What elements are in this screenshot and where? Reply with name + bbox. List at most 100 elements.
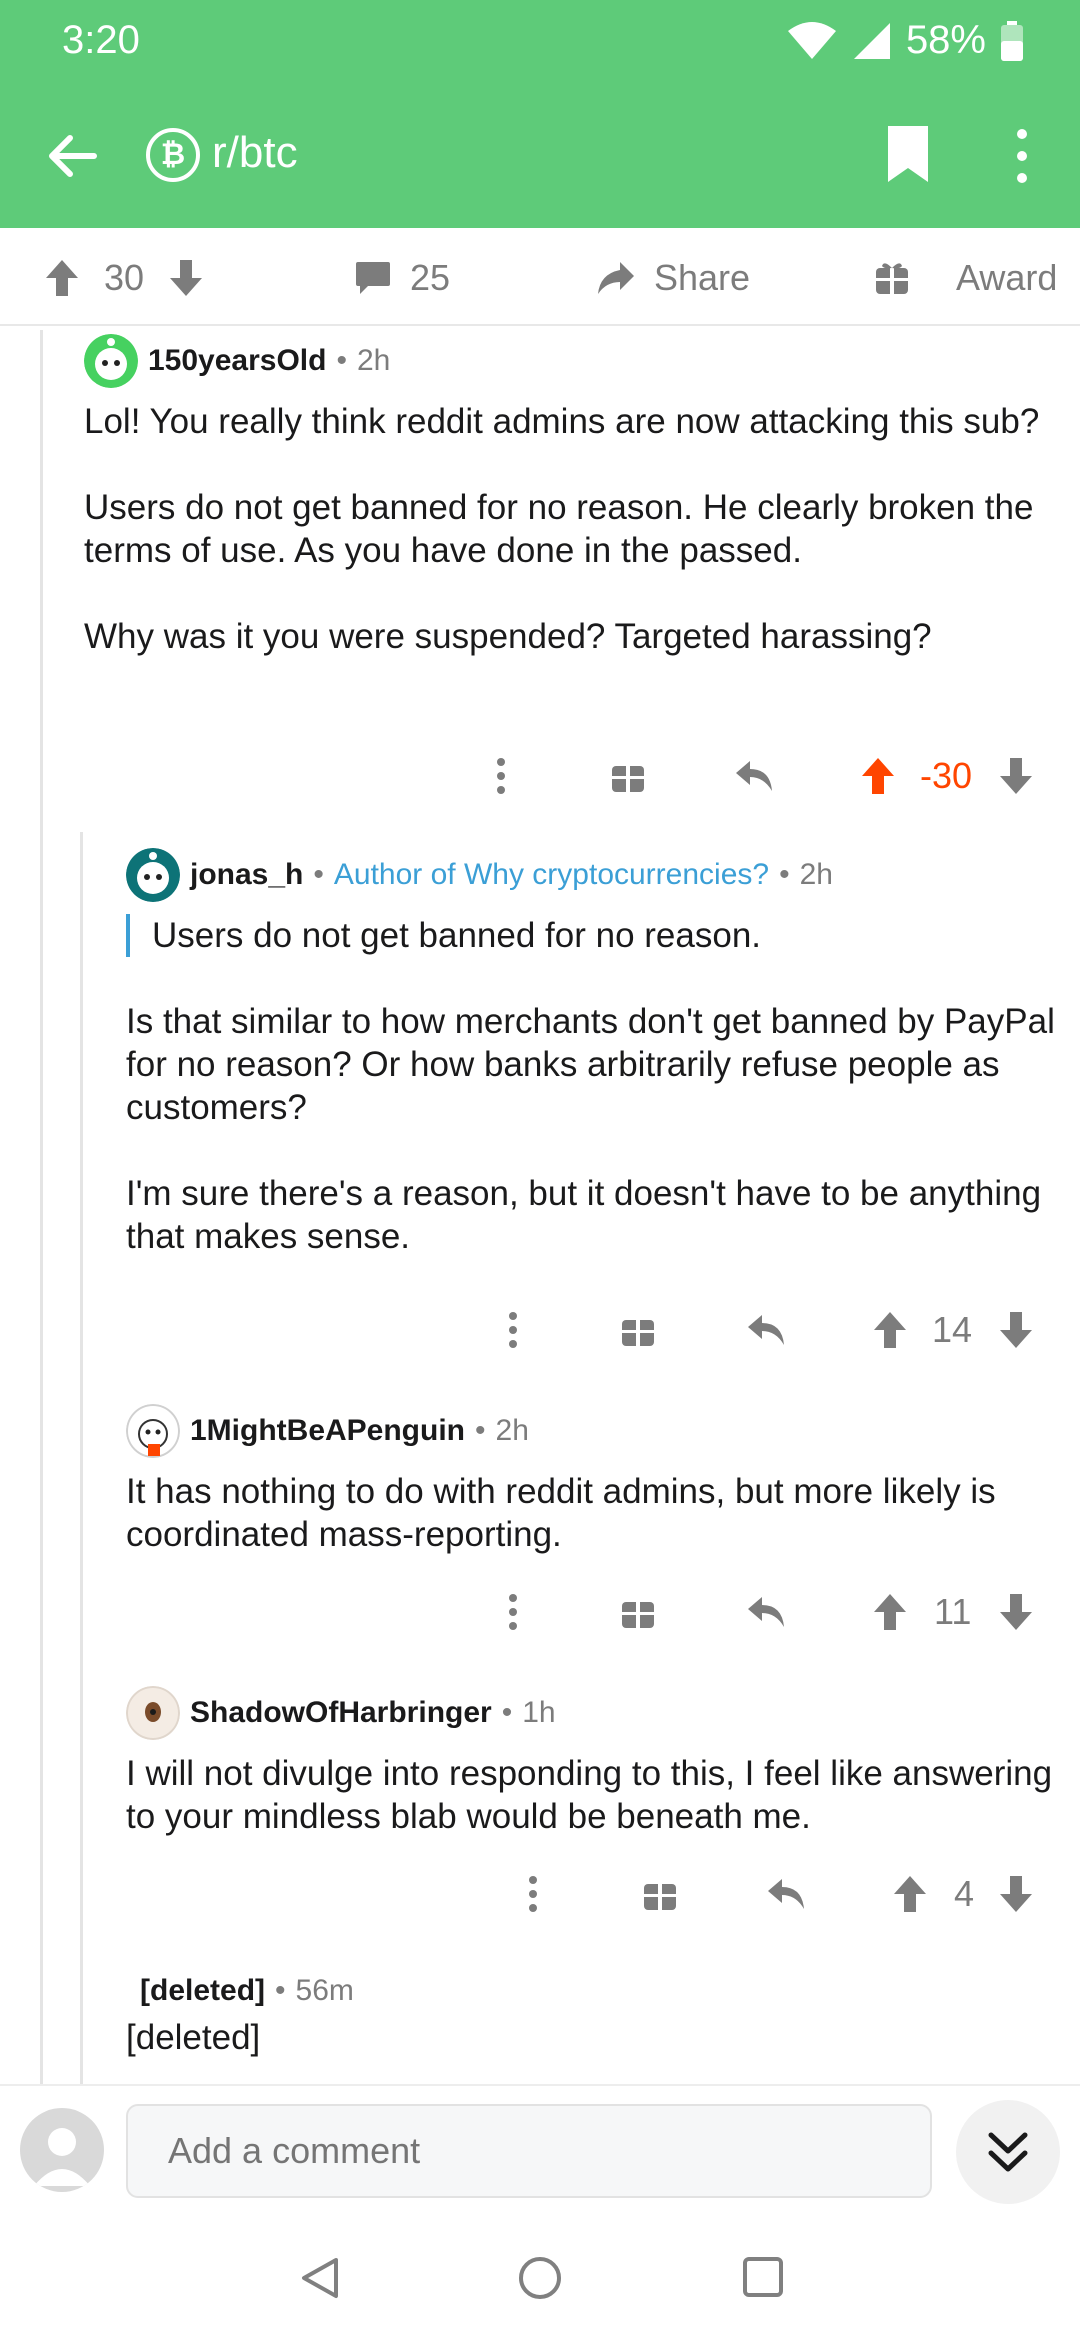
comment-paragraph: [deleted] — [126, 2018, 261, 2057]
award-button[interactable]: Award — [874, 252, 1057, 304]
top-bar: 3:20 58% ₿ r/btc — [0, 0, 1080, 228]
comment-composer-bar — [0, 2084, 1080, 2214]
add-comment-input[interactable] — [126, 2104, 932, 2198]
comment-paragraph: Lol! You really think reddit admins are … — [84, 402, 1040, 441]
comment-count: 25 — [410, 257, 451, 298]
comment-username[interactable]: jonas_h — [190, 858, 303, 892]
status-icons: 58% — [786, 18, 1024, 63]
comment-header: [deleted] • 56m — [126, 1974, 1056, 2008]
jump-down-button[interactable] — [956, 2100, 1060, 2204]
more-options-icon[interactable] — [520, 1869, 546, 1919]
comment-actions: 4 — [0, 1869, 1080, 1919]
comment-body: Lol! You really think reddit admins are … — [84, 400, 1044, 658]
comment: [deleted] • 56m [deleted] — [126, 1974, 1056, 2059]
back-arrow-icon[interactable] — [44, 128, 100, 184]
nav-home-icon[interactable] — [518, 2256, 562, 2300]
share-label: Share — [654, 257, 751, 298]
gift-icon — [876, 263, 908, 294]
upvote-arrow-icon[interactable] — [892, 1869, 928, 1919]
comment-paragraph: I will not divulge into responding to th… — [126, 1754, 1053, 1836]
meta-separator: • — [779, 858, 790, 891]
downvote-arrow-icon[interactable] — [998, 1869, 1034, 1919]
more-options-icon[interactable] — [488, 751, 514, 801]
comment-actions: 14 — [0, 1305, 1080, 1355]
more-options-icon[interactable] — [500, 1587, 526, 1637]
award-label: Award — [956, 257, 1058, 298]
post-score: 30 — [104, 257, 145, 298]
comment-paragraph: Why was it you were suspended? Targeted … — [84, 617, 932, 656]
comment: 150yearsOld • 2h Lol! You really think r… — [84, 334, 1044, 658]
more-vert-icon[interactable] — [1004, 126, 1040, 186]
meta-separator: • — [501, 1696, 513, 1729]
comment-score: -30 — [920, 755, 973, 796]
comment-username[interactable]: ShadowOfHarbringer — [190, 1696, 492, 1730]
more-options-icon[interactable] — [500, 1305, 526, 1355]
signal-icon — [853, 22, 890, 59]
downvote-arrow-icon[interactable] — [998, 751, 1034, 801]
upvote-arrow-icon[interactable] — [872, 1587, 908, 1637]
comment-username: [deleted] — [140, 1974, 266, 2007]
meta-separator: • — [313, 858, 324, 891]
award-gift-icon[interactable] — [620, 1305, 656, 1355]
comment-body: It has nothing to do with reddit admins,… — [126, 1470, 1056, 1556]
post-action-bar: 30 25 Share Award — [0, 228, 1080, 326]
status-time: 3:20 — [62, 18, 140, 62]
share-button[interactable]: Share — [596, 252, 750, 304]
avatar[interactable] — [126, 848, 180, 902]
subreddit-name[interactable]: r/btc — [212, 128, 298, 178]
comment-username[interactable]: 150yearsOld — [148, 344, 326, 378]
comment-score: 4 — [954, 1873, 975, 1914]
bookmark-icon[interactable] — [880, 124, 936, 184]
nav-recents-icon[interactable] — [742, 2256, 784, 2298]
upvote-arrow-icon[interactable] — [872, 1305, 908, 1355]
wifi-icon — [787, 21, 836, 59]
downvote-arrow-icon[interactable] — [998, 1587, 1034, 1637]
quote-block: Users do not get banned for no reason. — [126, 914, 1056, 957]
comment-header: 150yearsOld • 2h — [84, 334, 1044, 388]
avatar[interactable] — [126, 1404, 180, 1458]
upvote-arrow-icon[interactable] — [860, 751, 896, 801]
comment: 1MightBeAPenguin • 2h It has nothing to … — [126, 1404, 1056, 1556]
avatar[interactable] — [84, 334, 138, 388]
comment-bubble-icon — [356, 262, 390, 294]
reply-icon[interactable] — [734, 751, 774, 801]
reply-icon[interactable] — [746, 1305, 786, 1355]
thread-line-level1 — [40, 330, 43, 2084]
comment-username[interactable]: 1MightBeAPenguin — [190, 1414, 465, 1448]
upvote-arrow-icon[interactable] — [44, 258, 80, 298]
downvote-arrow-icon[interactable] — [998, 1305, 1034, 1355]
comment-body: I will not divulge into responding to th… — [126, 1752, 1056, 1838]
user-flair: Author of Why cryptocurrencies? — [333, 858, 770, 891]
battery-percent: 58% — [905, 18, 986, 62]
app-bar: ₿ r/btc — [0, 100, 1080, 210]
award-gift-icon[interactable] — [620, 1587, 656, 1637]
avatar[interactable] — [126, 1686, 180, 1740]
comment-time: 56m — [295, 1974, 354, 2007]
comment-body: [deleted] — [126, 2016, 1056, 2059]
meta-separator: • — [475, 1414, 486, 1447]
award-gift-icon[interactable] — [610, 751, 646, 801]
comment-time: 2h — [799, 858, 833, 891]
comment: ShadowOfHarbringer • 1h I will not divul… — [126, 1686, 1056, 1838]
system-nav-bar — [0, 2214, 1080, 2340]
comment-score: 11 — [934, 1591, 972, 1632]
comment-header: jonas_h • Author of Why cryptocurrencies… — [126, 848, 1056, 902]
award-gift-icon[interactable] — [642, 1869, 678, 1919]
comment-paragraph: Is that similar to how merchants don't g… — [126, 1002, 1055, 1127]
comment-paragraph: Users do not get banned for no reason. H… — [84, 488, 1034, 570]
my-avatar[interactable] — [20, 2108, 104, 2192]
post-comments-button[interactable]: 25 — [354, 252, 450, 304]
double-chevron-down-icon — [988, 2132, 1028, 2172]
downvote-arrow-icon[interactable] — [168, 258, 204, 298]
reply-icon[interactable] — [766, 1869, 806, 1919]
meta-separator: • — [275, 1974, 286, 2007]
comment: jonas_h • Author of Why cryptocurrencies… — [126, 848, 1056, 1258]
comment-actions: -30 — [0, 751, 1080, 801]
comment-body: Users do not get banned for no reason. I… — [126, 914, 1056, 1258]
comment-time: 2h — [356, 344, 391, 377]
reply-icon[interactable] — [746, 1587, 786, 1637]
meta-separator: • — [336, 344, 347, 377]
comment-paragraph: I'm sure there's a reason, but it doesn'… — [126, 1174, 1042, 1256]
nav-back-icon[interactable] — [298, 2256, 340, 2300]
comment-time: 2h — [495, 1414, 529, 1447]
